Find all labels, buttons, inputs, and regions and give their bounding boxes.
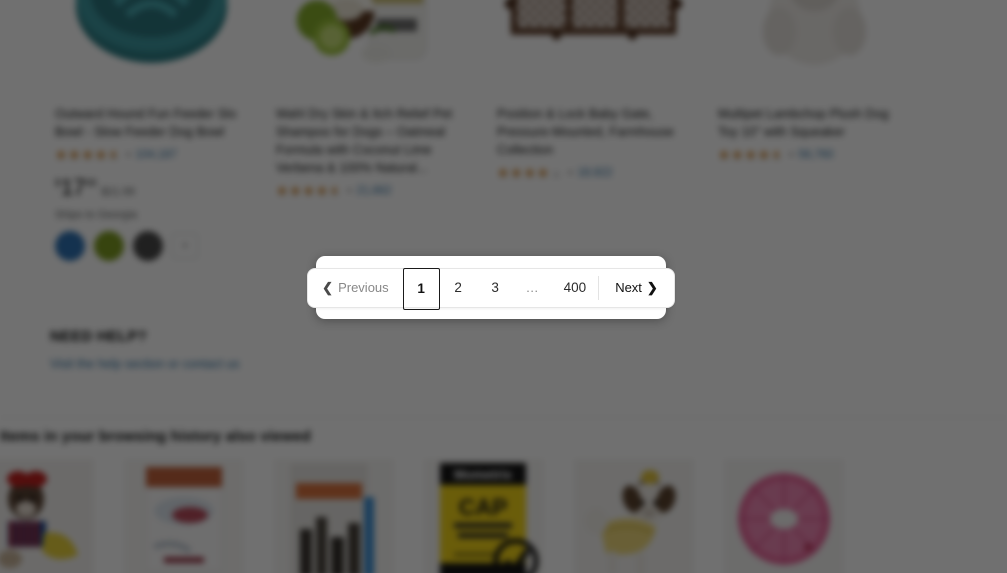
pagination-modal: ❮ Previous 1 2 3 … 400 Next ❯ [307,256,675,319]
pagination-ellipsis: … [525,280,540,295]
next-page-label: Next [615,280,642,295]
search-results-page: Outward Hound Fun Feeder Slo Bowl - Slow… [0,0,1007,573]
page-button-3[interactable]: 3 [477,269,514,307]
pagination: ❮ Previous 1 2 3 … 400 Next ❯ [307,267,675,310]
page-button-last[interactable]: 400 [552,269,599,307]
previous-page-button[interactable]: ❮ Previous [308,269,402,307]
page-button-2[interactable]: 2 [440,269,477,307]
page-button-1[interactable]: 1 [402,267,440,310]
chevron-right-icon: ❯ [646,280,658,295]
next-page-button[interactable]: Next ❯ [599,269,674,307]
chevron-left-icon: ❮ [322,280,334,295]
previous-page-label: Previous [338,280,389,295]
